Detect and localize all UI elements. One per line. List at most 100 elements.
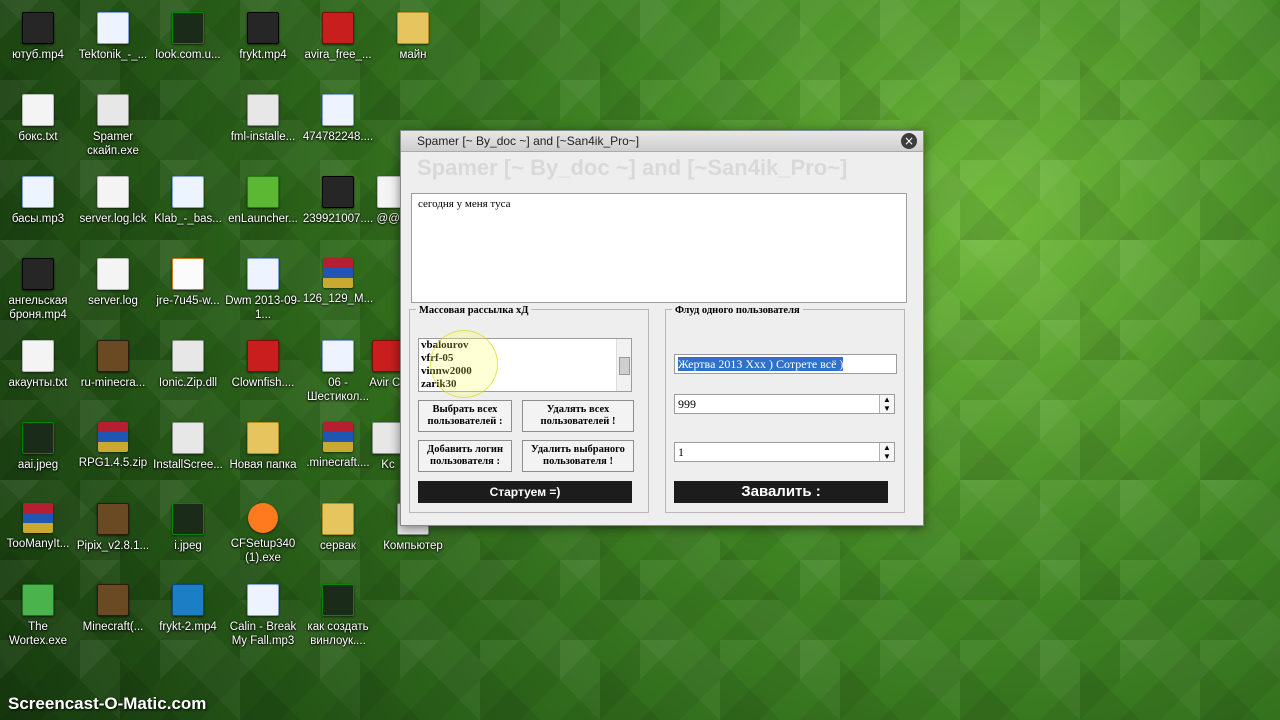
archive-icon [23,503,53,533]
desktop-icon-24[interactable]: Ionic.Zip.dll [150,340,226,390]
desktop-icon-4[interactable]: frykt.mp4 [225,12,301,62]
desktop-icon-13[interactable]: Klab_-_bas... [150,176,226,226]
desktop-icon-34[interactable]: TooManyIt... [0,503,76,551]
desktop-icon-20[interactable]: Dwm 2013-09-1... [225,258,301,322]
message-textarea[interactable]: сегодня у меня туса [411,193,907,303]
image-file-icon [22,422,54,454]
window-titlebar[interactable]: Spamer [~ By_doc ~] and [~San4ik_Pro~] × [401,131,923,152]
pipix-icon [97,503,129,535]
install-screen-icon [172,422,204,454]
desktop-icon-22[interactable]: акаунты.txt [0,340,76,390]
desktop-icon-9[interactable]: fml-installe... [225,94,301,144]
desktop-icon-18[interactable]: server.log [75,258,151,308]
mp3-icon [247,584,279,616]
desktop-icon-44[interactable]: как создать винлоук.... [300,584,376,648]
fish-icon [248,503,278,533]
message-text: сегодня у меня туса [418,198,511,210]
screencast-watermark: Screencast-O-Matic.com [8,694,207,713]
desktop-icon-37[interactable]: CFSetup340 (1).exe [225,503,301,565]
desktop-icon-14[interactable]: enLauncher... [225,176,301,226]
archive-icon [323,422,353,452]
desktop-icon-8[interactable]: Spamer скайп.exe [75,94,151,158]
desktop-icon-3[interactable]: look.com.u... [150,12,226,62]
delete-selected-user-button[interactable]: Удалить выбраного пользователя ! [522,440,634,472]
video-icon [322,176,354,208]
victim-value: Жертва 2013 Ххх ) Сотрете всё ) [678,357,844,371]
desktop-icon-2[interactable]: Tektonik_-_... [75,12,151,62]
single-user-flood-group: Флуд одного пользователя Жертва 2013 Ххх… [665,305,905,513]
video-icon [247,12,279,44]
count-spinner[interactable]: 999 ▲ ▼ [674,394,895,414]
flood-button[interactable]: Завалить : [674,481,888,503]
ghost-title: Spamer [~ By_doc ~] and [~San4ik_Pro~] [417,155,848,180]
scroll-thumb[interactable] [619,357,630,375]
desktop-icon-43[interactable]: Calin - Break My Fall.mp3 [225,584,301,648]
clownfish-icon [247,340,279,372]
desktop-icon-29[interactable]: RPG1.4.5.zip [75,422,151,470]
start-button[interactable]: Стартуем =) [418,481,632,503]
creeper-icon [22,584,54,616]
select-all-users-button[interactable]: Выбрать всех пользователей : [418,400,512,432]
media-file-icon [322,94,354,126]
delay-spinner[interactable]: 1 ▲ ▼ [674,442,895,462]
desktop-icon-23[interactable]: ru-minecra... [75,340,151,390]
single-flood-title: Флуд одного пользователя [672,305,803,316]
avira-icon [322,12,354,44]
video-file-icon [322,584,354,616]
skype-icon [97,94,129,126]
count-value: 999 [678,397,696,411]
count-spin-icon[interactable]: ▲ ▼ [879,395,894,413]
video-file-icon [172,584,204,616]
desktop-icon-5[interactable]: avira_free_... [300,12,376,62]
close-icon[interactable]: × [901,133,917,149]
desktop-icon-40[interactable]: The Wortex.exe [0,584,76,648]
desktop-icon-6[interactable]: майн [375,12,451,62]
java-icon [172,258,204,290]
desktop-icon-28[interactable]: aai.jpeg [0,422,76,472]
desktop-icon-36[interactable]: i.jpeg [150,503,226,553]
folder-icon [247,422,279,454]
image-file-icon [172,12,204,44]
desktop-icon-41[interactable]: Minecraft(... [75,584,151,634]
desktop-icon-42[interactable]: frykt-2.mp4 [150,584,226,634]
archive-icon [98,422,128,452]
desktop-icon-1[interactable]: ютуб.mp4 [0,12,76,62]
folder-icon [322,503,354,535]
desktop-icon-30[interactable]: InstallScree... [150,422,226,472]
desktop-icon-38[interactable]: сервак [300,503,376,553]
video-icon [22,12,54,44]
text-file-icon [97,258,129,290]
desktop-icon-11[interactable]: басы.mp3 [0,176,76,226]
desktop-icon-12[interactable]: server.log.lck [75,176,151,226]
media-file-icon [97,12,129,44]
victim-input[interactable]: Жертва 2013 Ххх ) Сотрете всё ) [674,354,897,374]
delay-spin-icon[interactable]: ▲ ▼ [879,443,894,461]
mass-mailing-title: Массовая рассылка хД [416,305,532,316]
list-scrollbar[interactable] [616,339,631,391]
text-file-icon [22,340,54,372]
delete-all-users-button[interactable]: Удалять всех пользователей ! [522,400,634,432]
minecraft-icon [97,340,129,372]
media-file-icon [22,176,54,208]
desktop-icon-10[interactable]: 474782248.... [300,94,376,144]
dll-icon [172,340,204,372]
desktop-icon-19[interactable]: jre-7u45-w... [150,258,226,308]
desktop-icon-25[interactable]: Clownfish.... [225,340,301,390]
desktop-icon-35[interactable]: Pipix_v2.8.1... [75,503,151,553]
window-title: Spamer [~ By_doc ~] and [~San4ik_Pro~] [417,134,640,148]
desktop-icon-17[interactable]: ангельская броня.mp4 [0,258,76,322]
desktop-icon-31[interactable]: Новая папка [225,422,301,472]
cursor-highlight [430,330,498,398]
spamer-window: Spamer [~ By_doc ~] and [~San4ik_Pro~] ×… [400,130,924,526]
image-file-icon [172,503,204,535]
text-file-icon [97,176,129,208]
video-icon [22,258,54,290]
minecraft-icon [97,584,129,616]
desktop-icon-21[interactable]: 126_129_M... [300,258,376,306]
launcher-icon [247,176,279,208]
desktop-icon-7[interactable]: бокс.txt [0,94,76,144]
wav-file-icon [172,176,204,208]
folder-icon [397,12,429,44]
add-login-button[interactable]: Добавить логин пользователя : [418,440,512,472]
delay-value: 1 [678,445,684,459]
